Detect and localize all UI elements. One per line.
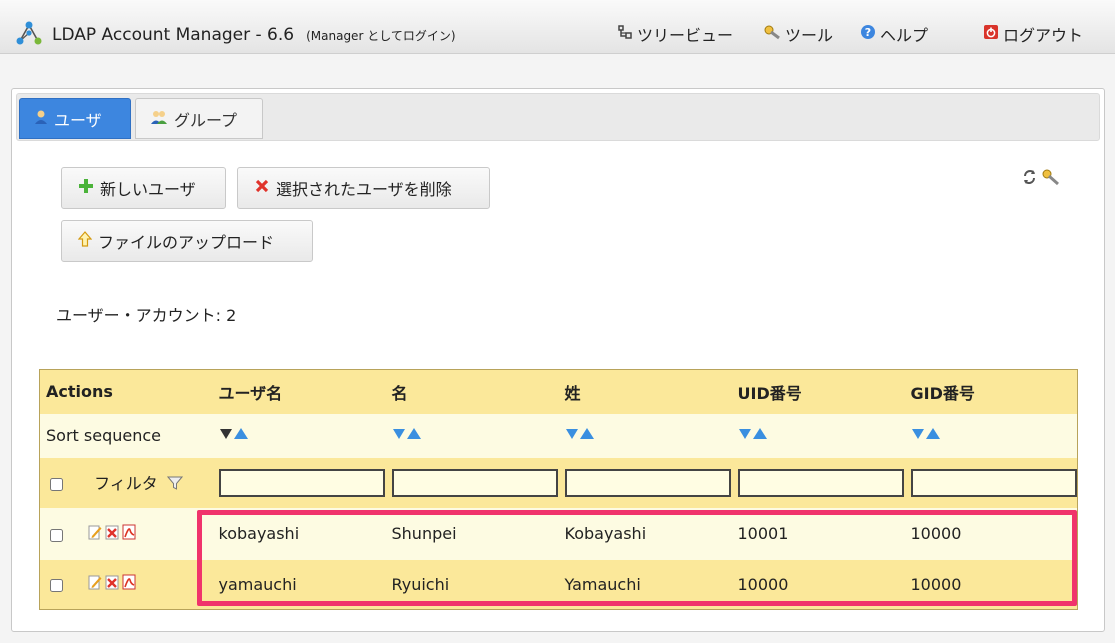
plus-icon (78, 178, 94, 198)
wrench-icon (763, 24, 781, 44)
tab-users-label: ユーザ (54, 110, 102, 130)
top-bar: LDAP Account Manager - 6.6 (Manager としてロ… (0, 0, 1115, 54)
filter-input-gid-number[interactable] (910, 468, 1077, 497)
col-header-first-name[interactable]: 名 (386, 370, 559, 414)
nav-logout-label: ログアウト (1003, 26, 1084, 45)
sort-arrows-first-name[interactable] (392, 426, 422, 445)
sort-asc-icon[interactable] (752, 426, 768, 445)
filter-input-uid-number[interactable] (737, 468, 904, 497)
account-count: ユーザー・アカウント: 2 (56, 306, 237, 325)
sort-asc-icon[interactable] (925, 426, 941, 445)
col-header-gid-number[interactable]: GID番号 (905, 370, 1078, 414)
sort-arrows-username[interactable] (219, 426, 249, 445)
sort-arrows-last-name[interactable] (565, 426, 595, 445)
login-status: (Manager としてログイン) (306, 28, 456, 43)
file-upload-button[interactable]: ファイルのアップロード (61, 220, 313, 262)
user-icon (34, 109, 48, 129)
delete-selected-label: 選択されたユーザを削除 (276, 180, 452, 199)
help-icon: ? (860, 24, 876, 44)
sort-asc-icon[interactable] (579, 426, 595, 445)
cell-gid-number: 10000 (910, 574, 962, 594)
row-checkbox[interactable] (50, 579, 63, 593)
cell-first-name: Ryuichi (391, 574, 450, 594)
table-row[interactable]: kobayashi Shunpei Kobayashi 10001 10000 (39, 507, 1078, 560)
col-header-actions: Actions (46, 382, 113, 402)
col-header-username[interactable]: ユーザ名 (213, 370, 386, 414)
user-table: Actions ユーザ名 名 姓 UID番号 GID番号 Sort sequen… (39, 369, 1078, 610)
select-all-checkbox[interactable] (50, 478, 63, 492)
table-row[interactable]: yamauchi Ryuichi Yamauchi 10000 10000 (39, 559, 1078, 610)
pdf-icon[interactable] (122, 524, 136, 544)
delete-row-icon[interactable] (105, 524, 119, 544)
svg-text:?: ? (865, 26, 871, 39)
tab-users[interactable]: ユーザ (19, 98, 131, 139)
sort-desc-icon[interactable] (219, 426, 233, 445)
lam-logo-icon (14, 20, 52, 50)
tab-strip: ユーザ グループ (16, 93, 1100, 141)
row-actions (40, 560, 213, 610)
delete-icon (254, 178, 270, 198)
tab-groups[interactable]: グループ (135, 98, 263, 139)
filter-controls: フィルタ (40, 458, 213, 508)
logout-icon (983, 24, 999, 44)
nav-tools[interactable]: ツール (763, 22, 833, 46)
row-actions (40, 508, 213, 560)
nav-tree-view-label: ツリービュー (637, 26, 734, 45)
col-header-uid-number[interactable]: UID番号 (732, 370, 905, 414)
row-checkbox[interactable] (50, 528, 63, 542)
nav-help[interactable]: ? ヘルプ (860, 22, 928, 46)
filter-input-first-name[interactable] (391, 468, 558, 497)
delete-row-icon[interactable] (105, 574, 119, 594)
sort-asc-icon[interactable] (406, 426, 422, 445)
tree-view-icon (617, 24, 633, 44)
sort-arrows-uid-number[interactable] (738, 426, 768, 445)
filter-funnel-icon[interactable] (166, 475, 183, 495)
cell-username: kobayashi (218, 524, 300, 543)
pdf-icon[interactable] (122, 574, 136, 594)
cell-first-name: Shunpei (391, 524, 457, 543)
cell-username: yamauchi (218, 574, 297, 594)
cell-uid-number: 10000 (737, 574, 789, 594)
file-upload-label: ファイルのアップロード (98, 233, 275, 252)
cell-last-name: Kobayashi (564, 524, 647, 543)
filter-row: フィルタ (39, 457, 1078, 508)
sort-desc-icon[interactable] (738, 426, 752, 445)
nav-tools-label: ツール (785, 26, 834, 45)
col-header-last-name[interactable]: 姓 (559, 370, 732, 414)
table-header-row: Actions ユーザ名 名 姓 UID番号 GID番号 (39, 369, 1078, 414)
edit-icon[interactable] (88, 524, 102, 544)
sort-row: Sort sequence (39, 413, 1078, 458)
new-user-label: 新しいユーザ (100, 180, 196, 199)
cell-gid-number: 10000 (910, 524, 962, 543)
nav-tree-view[interactable]: ツリービュー (617, 22, 733, 46)
filter-label: フィルタ (94, 474, 158, 494)
new-user-button[interactable]: 新しいユーザ (61, 167, 226, 209)
app-title: LDAP Account Manager - 6.6 (52, 25, 295, 45)
edit-icon[interactable] (88, 574, 102, 594)
nav-logout[interactable]: ログアウト (983, 22, 1083, 46)
sort-arrows-gid-number[interactable] (911, 426, 941, 445)
filter-input-username[interactable] (218, 468, 385, 497)
sort-label: Sort sequence (46, 426, 161, 445)
sort-asc-icon[interactable] (233, 426, 249, 445)
cell-uid-number: 10001 (737, 524, 789, 543)
delete-selected-button[interactable]: 選択されたユーザを削除 (237, 167, 490, 209)
group-icon (150, 109, 168, 129)
nav-help-label: ヘルプ (880, 26, 929, 45)
upload-arrow-icon (77, 231, 93, 251)
sort-desc-icon[interactable] (911, 426, 925, 445)
sort-desc-icon[interactable] (392, 426, 406, 445)
cell-last-name: Yamauchi (564, 574, 641, 594)
refresh-settings-icon[interactable] (1022, 167, 1062, 191)
filter-input-last-name[interactable] (564, 468, 731, 497)
tab-groups-label: グループ (174, 110, 238, 130)
sort-desc-icon[interactable] (565, 426, 579, 445)
brand: LDAP Account Manager - 6.6 (Manager としてロ… (14, 20, 456, 50)
